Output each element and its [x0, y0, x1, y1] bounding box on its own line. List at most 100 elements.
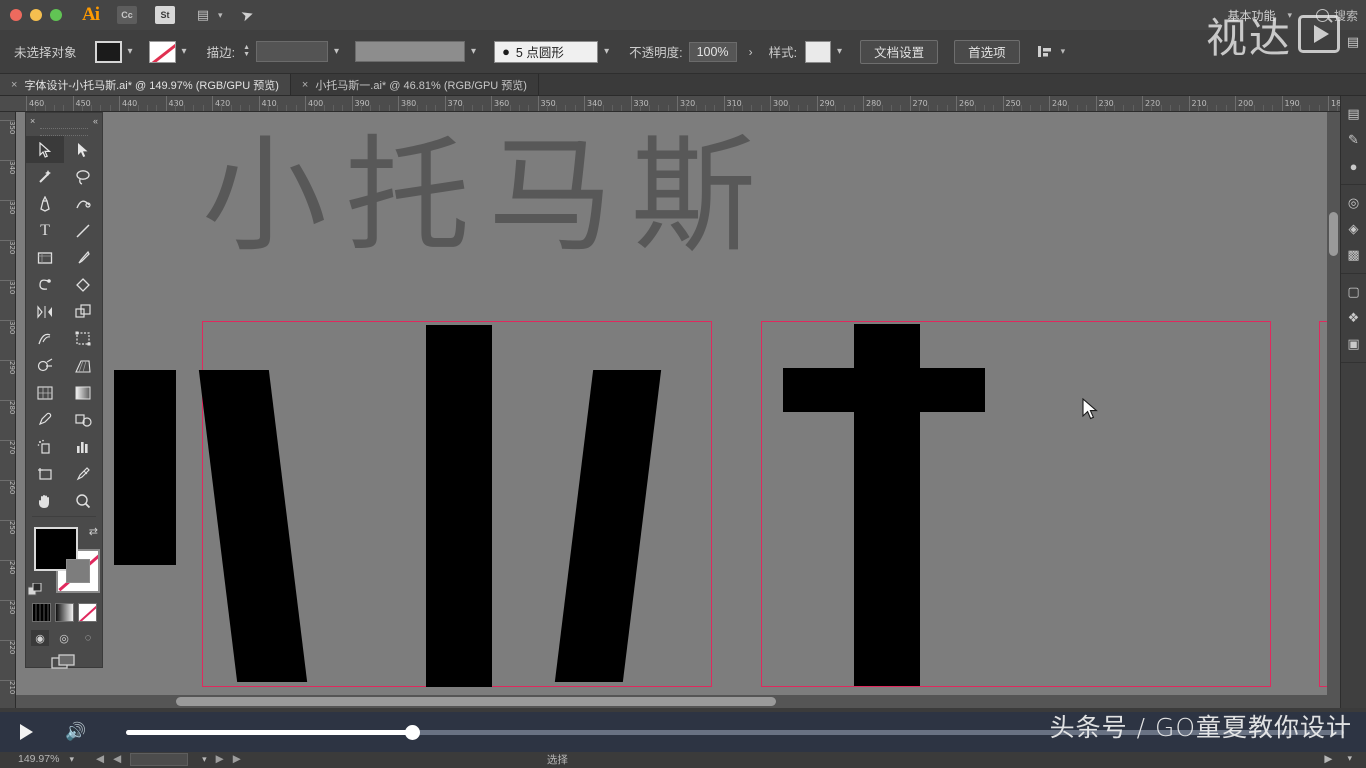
curvature-tool[interactable] [64, 190, 102, 217]
draw-normal-button[interactable]: ◉ [31, 630, 49, 646]
blend-tool[interactable] [64, 406, 102, 433]
variable-width-profile-select[interactable] [355, 41, 466, 62]
first-artboard-button[interactable]: ◀ [113, 753, 121, 765]
last-artboard-button[interactable]: ▶ [233, 753, 241, 765]
mesh-tool[interactable] [26, 379, 64, 406]
document-setup-button[interactable]: 文档设置 [860, 39, 939, 64]
close-button[interactable] [10, 9, 22, 21]
next-artboard-button[interactable]: ▶ [216, 753, 224, 765]
transparency-panel-icon[interactable]: ▩ [1341, 242, 1366, 268]
change-screen-mode-button[interactable] [26, 654, 102, 670]
chevron-down-icon[interactable]: ▾ [1061, 46, 1066, 57]
perspective-grid-tool[interactable] [64, 352, 102, 379]
hand-tool[interactable] [26, 487, 64, 514]
opacity-options-icon[interactable]: › [749, 45, 753, 59]
properties-panel-icon[interactable]: ▤ [1342, 32, 1364, 52]
chevron-down-icon[interactable]: ▾ [218, 10, 223, 21]
panel-grip[interactable] [40, 128, 88, 136]
gradient-tool[interactable] [64, 379, 102, 406]
swap-fill-stroke-icon[interactable]: ⇄ [89, 525, 98, 538]
workspace-switcher[interactable]: 基本功能 ▾ [1219, 4, 1300, 27]
chevron-down-icon[interactable]: ▾ [1287, 10, 1292, 21]
scrollbar-thumb[interactable] [1329, 212, 1338, 256]
gradient-panel-icon[interactable]: ◈ [1341, 216, 1366, 242]
stroke-weight-stepper[interactable]: ▲ ▼ [243, 44, 250, 58]
symbol-sprayer-tool[interactable] [26, 433, 64, 460]
color-mode-button[interactable] [31, 603, 51, 622]
shaper-tool[interactable] [26, 271, 64, 298]
tab-document-2[interactable]: × 小托马斯一.ai* @ 46.81% (RGB/GPU 预览) [290, 74, 539, 95]
preferences-button[interactable]: 首选项 [954, 39, 1020, 64]
artboard-tool[interactable] [26, 460, 64, 487]
zoom-level-control[interactable]: 149.97% ▾ [18, 753, 74, 765]
stroke-weight-input[interactable] [256, 41, 328, 62]
graphic-style-swatch[interactable] [805, 40, 832, 63]
artboards-panel-icon[interactable]: ▣ [1341, 331, 1366, 357]
horizontal-scrollbar[interactable] [16, 695, 1350, 708]
stroke-xiao-middle[interactable] [426, 325, 492, 687]
chevron-down-icon[interactable]: ▾ [128, 46, 133, 57]
collapse-icon[interactable]: « [93, 116, 98, 126]
chevron-down-icon[interactable]: ▾ [334, 46, 339, 57]
scrollbar-thumb[interactable] [176, 697, 776, 706]
brushes-panel-icon[interactable]: ✎ [1341, 127, 1366, 153]
tab-document-1[interactable]: × 字体设计-小托马斯.ai* @ 149.97% (RGB/GPU 预览) [0, 74, 291, 95]
cc-icon[interactable]: Cc [117, 6, 137, 24]
layers-panel-icon[interactable]: ▢ [1341, 279, 1366, 305]
volume-button[interactable]: 🔊 [65, 722, 86, 742]
default-fill-stroke-icon[interactable] [28, 583, 42, 597]
line-segment-tool[interactable] [64, 217, 102, 244]
canvas-area[interactable]: 小托马斯 [16, 112, 1350, 708]
close-icon[interactable]: × [30, 116, 35, 126]
selection-tool[interactable] [26, 136, 64, 163]
shape-builder-tool[interactable] [26, 352, 64, 379]
free-transform-tool[interactable] [64, 325, 102, 352]
stroke-swatch[interactable] [148, 40, 176, 63]
type-tool[interactable]: T [26, 217, 64, 244]
stroke-panel-icon[interactable]: ◎ [1341, 190, 1366, 216]
chevron-down-icon[interactable]: ▾ [202, 754, 207, 765]
maximize-button[interactable] [50, 9, 62, 21]
color-panel-icon[interactable]: ▤ [1341, 101, 1366, 127]
eraser-tool[interactable] [64, 271, 102, 298]
play-button[interactable] [20, 724, 33, 740]
column-graph-tool[interactable] [64, 433, 102, 460]
direct-selection-tool[interactable] [64, 136, 102, 163]
status-play-icon[interactable]: ▶ [1324, 753, 1332, 765]
symbols-panel-icon[interactable]: ● [1341, 153, 1366, 179]
lasso-tool[interactable] [64, 163, 102, 190]
minimize-button[interactable] [30, 9, 42, 21]
close-icon[interactable]: × [302, 79, 308, 91]
chevron-down-icon[interactable]: ▾ [837, 46, 842, 57]
pen-tool[interactable] [26, 190, 64, 217]
opacity-input[interactable]: 100% [688, 41, 737, 62]
scale-tool[interactable] [64, 298, 102, 325]
paintbrush-tool[interactable] [64, 244, 102, 271]
chevron-down-icon[interactable]: ▾ [69, 754, 74, 765]
eyedropper-tool[interactable] [26, 406, 64, 433]
search-field[interactable]: 搜索 [1315, 7, 1358, 24]
magic-wand-tool[interactable] [26, 163, 64, 190]
chevron-down-icon[interactable]: ▾ [1347, 753, 1352, 765]
none-mode-button[interactable] [77, 603, 97, 622]
prev-artboard-button[interactable]: ◀ [96, 753, 104, 765]
share-icon[interactable]: ➤ [238, 4, 255, 25]
gradient-mode-button[interactable] [54, 603, 74, 622]
video-progress-slider[interactable] [126, 724, 1344, 740]
arrange-documents-icon[interactable]: ▤ [193, 6, 213, 24]
vertical-ruler[interactable]: 350 340 330 320 310 300 290 280 270 260 250 240 230 2… [0, 112, 16, 708]
draw-behind-button[interactable]: ◎ [55, 630, 73, 646]
chevron-down-icon[interactable]: ▾ [182, 46, 187, 57]
chevron-down-icon[interactable]: ▾ [471, 46, 476, 57]
vertical-scrollbar[interactable] [1327, 112, 1340, 708]
brush-definition-select[interactable]: ● 5 点圆形 [494, 40, 599, 63]
fill-swatch[interactable] [94, 40, 122, 63]
zoom-tool[interactable] [64, 487, 102, 514]
stock-icon[interactable]: St [155, 6, 175, 24]
close-icon[interactable]: × [11, 79, 17, 91]
rectangle-tool[interactable] [26, 244, 64, 271]
artboard-number-input[interactable] [130, 752, 189, 766]
chevron-down-icon[interactable]: ▾ [604, 46, 609, 57]
progress-handle[interactable] [405, 724, 421, 740]
stroke-shi-horizontal[interactable] [783, 368, 985, 412]
